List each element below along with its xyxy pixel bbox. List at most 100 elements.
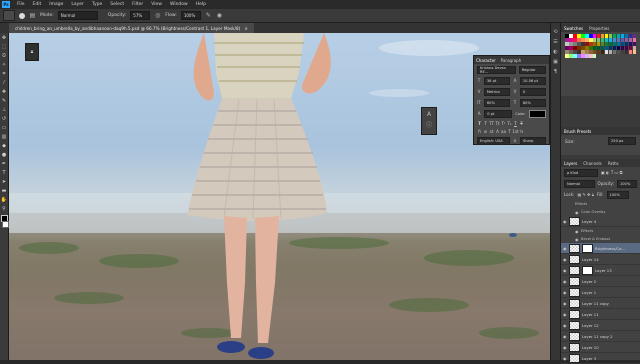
eye-icon[interactable]: ◉ xyxy=(575,237,579,242)
kerning-field[interactable]: Metrics xyxy=(483,87,510,96)
shape-tool-icon[interactable]: ▬ xyxy=(1,188,7,194)
ligatures-button[interactable]: fi xyxy=(477,129,482,134)
menu-window[interactable]: Window xyxy=(166,2,192,7)
lasso-tool-icon[interactable]: ᘐ xyxy=(1,53,7,59)
faux-bold-button[interactable]: T xyxy=(477,121,482,126)
paragraph-icon[interactable]: ¶ xyxy=(553,69,559,75)
flow-field[interactable]: 100% xyxy=(180,11,201,20)
layer-row[interactable]: ◉ Layer 2 xyxy=(561,276,640,287)
menu-help[interactable]: Help xyxy=(192,2,210,7)
layer-row[interactable]: ◉ Layer 14 xyxy=(561,254,640,265)
layer-row[interactable]: ◉ Layer 1 xyxy=(561,287,640,298)
eye-icon[interactable]: ◉ xyxy=(563,334,567,339)
tab-paragraph[interactable]: Paragraph xyxy=(501,58,522,63)
layer-row[interactable]: ◉ Layer 11 copy xyxy=(561,298,640,309)
eye-icon[interactable]: ◉ xyxy=(575,229,579,234)
layer-mask-thumbnail[interactable] xyxy=(582,265,593,275)
fractions-button[interactable]: ½ xyxy=(519,129,524,134)
menu-file[interactable]: File xyxy=(13,2,29,7)
eye-icon[interactable]: ◉ xyxy=(563,356,567,361)
layer-effect-row[interactable]: ◉ Effects xyxy=(561,227,640,235)
airbrush-icon[interactable]: ✎ xyxy=(205,12,212,19)
language-select[interactable]: English: USA xyxy=(477,136,510,145)
hand-tool-icon[interactable]: ✋ xyxy=(1,197,7,203)
document-canvas[interactable] xyxy=(9,33,550,360)
layer-row[interactable]: ◉ Layer 11 copy 2 xyxy=(561,331,640,342)
antialias-select[interactable]: Sharp xyxy=(519,136,546,145)
subscript-button[interactable]: T₁ xyxy=(507,121,512,126)
history-icon[interactable]: ⟲ xyxy=(553,29,559,35)
layer-row[interactable]: ◉ Layer 4 xyxy=(561,216,640,227)
tool-preset-picker[interactable] xyxy=(3,10,15,21)
brush-presets-title[interactable]: Brush Presets xyxy=(564,129,591,134)
vertical-scale-field[interactable]: 60% xyxy=(483,98,510,107)
tracking-field[interactable]: 0 xyxy=(519,87,546,96)
eye-icon[interactable]: ◉ xyxy=(563,279,567,284)
color-swatch[interactable] xyxy=(592,53,597,58)
tab-properties[interactable]: Properties xyxy=(589,26,609,31)
eye-icon[interactable]: ◉ xyxy=(563,345,567,350)
tab-swatches[interactable]: Swatches xyxy=(564,26,583,31)
superscript-button[interactable]: T¹ xyxy=(501,121,506,126)
menu-type[interactable]: Type xyxy=(88,2,106,7)
menu-edit[interactable]: Edit xyxy=(29,2,46,7)
eye-icon[interactable]: ◉ xyxy=(563,323,567,328)
text-color-swatch[interactable] xyxy=(528,109,546,118)
adjustments-icon[interactable]: ◐ xyxy=(553,49,559,55)
eye-icon[interactable]: ◉ xyxy=(563,246,567,251)
eye-icon[interactable]: ◉ xyxy=(563,312,567,317)
layer-effect-color-overlay[interactable]: ◉ Color Overlay xyxy=(561,208,640,216)
layer-row[interactable]: ◉ Layer 11 xyxy=(561,309,640,320)
eye-icon[interactable]: ◉ xyxy=(563,219,567,224)
menu-image[interactable]: Image xyxy=(45,2,67,7)
faux-italic-button[interactable]: T xyxy=(483,121,488,126)
mode-select[interactable]: Normal xyxy=(57,11,98,20)
close-tab-icon[interactable]: × xyxy=(244,26,248,31)
crop-tool-icon[interactable]: ⌗ xyxy=(1,71,7,77)
stylistic-alt-button[interactable]: aa xyxy=(501,129,506,134)
layer-row[interactable]: ◉ Brightness/Co… xyxy=(561,243,640,254)
brush-panel-toggle-icon[interactable]: ▤ xyxy=(29,12,36,19)
styles-icon[interactable]: ▣ xyxy=(553,59,559,65)
color-swatch[interactable] xyxy=(632,49,637,54)
swash-button[interactable]: A xyxy=(495,129,500,134)
discretionary-lig-button[interactable]: st xyxy=(489,129,494,134)
tab-paths[interactable]: Paths xyxy=(608,161,619,166)
lock-icons[interactable]: ▦ ✎ ✥ 🔒︎ xyxy=(577,192,593,197)
type-tool-icon[interactable]: T xyxy=(1,170,7,176)
eye-icon[interactable]: ◉ xyxy=(563,268,567,273)
tab-layers[interactable]: Layers xyxy=(564,161,577,166)
all-caps-button[interactable]: TT xyxy=(489,121,494,126)
blend-mode-select[interactable]: Normal xyxy=(564,179,595,188)
eyedropper-tool-icon[interactable]: ⁄ xyxy=(1,80,7,86)
pressure-opacity-icon[interactable]: ◎ xyxy=(154,12,161,19)
move-tool-icon[interactable]: ✥ xyxy=(1,35,7,41)
blur-tool-icon[interactable]: ◆ xyxy=(1,143,7,149)
fill-field[interactable]: 100% xyxy=(606,190,629,199)
history-brush-tool-icon[interactable]: ↺ xyxy=(1,116,7,122)
font-family-select[interactable]: Krishna Devsn RE… xyxy=(477,65,516,74)
strikethrough-button[interactable]: T xyxy=(519,121,524,126)
character-panel-icon[interactable]: A xyxy=(426,111,433,118)
quick-select-tool-icon[interactable]: ✧ xyxy=(1,62,7,68)
healing-tool-icon[interactable]: ✚ xyxy=(1,89,7,95)
menu-filter[interactable]: Filter xyxy=(128,2,147,7)
brush-preview-icon[interactable] xyxy=(19,12,25,19)
dodge-tool-icon[interactable]: ● xyxy=(1,152,7,158)
eye-icon[interactable]: ◉ xyxy=(563,290,567,295)
ordinals-button[interactable]: 1st xyxy=(512,129,518,134)
tab-character[interactable]: Character xyxy=(476,58,496,63)
underline-button[interactable]: T xyxy=(513,121,518,126)
layer-opacity-field[interactable]: 100% xyxy=(616,179,637,188)
layer-row[interactable]: ◉ Layer 12 xyxy=(561,320,640,331)
gradient-tool-icon[interactable]: ▥ xyxy=(1,134,7,140)
contextual-alt-button[interactable]: ø xyxy=(483,129,488,134)
baseline-shift-field[interactable]: 0 pt xyxy=(484,109,513,118)
eye-icon[interactable]: ◉ xyxy=(563,257,567,262)
brush-size-field[interactable]: 250 px xyxy=(608,137,636,145)
properties-icon[interactable]: ☰ xyxy=(553,39,559,45)
layer-row[interactable]: ◉ Layer 10 xyxy=(561,342,640,353)
layer-row[interactable]: ◉ Layer 3 xyxy=(561,353,640,364)
background-color-swatch[interactable] xyxy=(2,221,9,228)
pen-tool-icon[interactable]: ✒ xyxy=(1,161,7,167)
